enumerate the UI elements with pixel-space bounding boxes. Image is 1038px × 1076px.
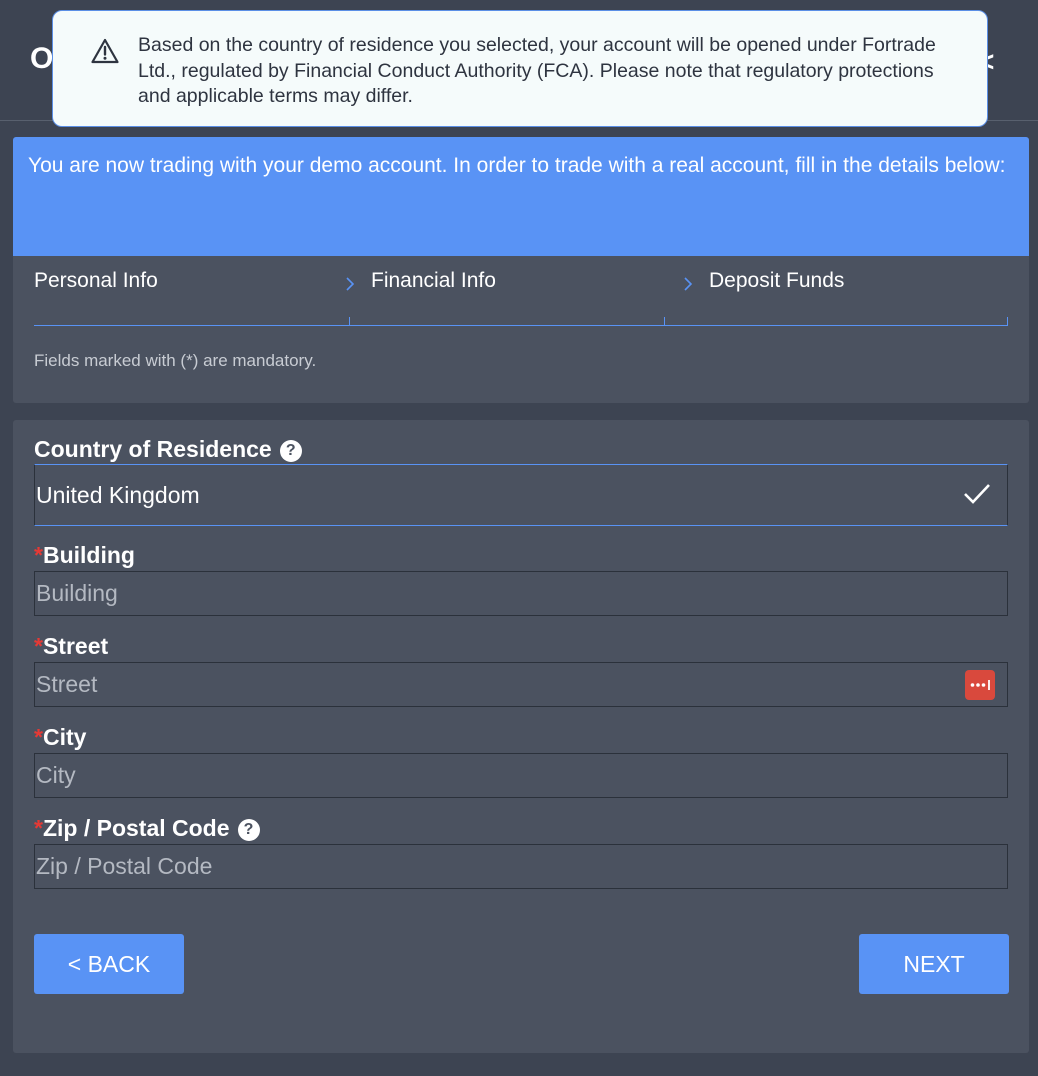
street-label: *Street [34, 633, 108, 660]
steps-divider [664, 317, 665, 326]
check-icon [964, 484, 990, 504]
city-input-box[interactable] [34, 753, 1008, 798]
steps-divider [349, 317, 350, 326]
help-icon[interactable]: ? [279, 440, 302, 462]
banner-text: You are now trading with your demo accou… [28, 154, 1006, 177]
step-personal-info[interactable]: Personal Info [34, 269, 158, 293]
country-label: Country of Residence? [34, 436, 302, 463]
demo-account-banner: You are now trading with your demo accou… [13, 137, 1029, 256]
password-manager-dots-icon[interactable] [965, 670, 995, 700]
zip-label: *Zip / Postal Code? [34, 815, 260, 842]
required-mark: * [34, 815, 43, 841]
building-label-text: Building [42, 542, 135, 568]
street-input-box[interactable] [34, 662, 1008, 707]
mandatory-fields-note: Fields marked with (*) are mandatory. [34, 351, 317, 370]
city-label-text: City [42, 724, 87, 750]
steps-divider [1007, 317, 1008, 326]
step-deposit-funds[interactable]: Deposit Funds [709, 269, 844, 293]
step-financial-info[interactable]: Financial Info [371, 269, 496, 293]
city-field[interactable] [35, 754, 1007, 797]
country-label-text: Country of Residence [34, 436, 272, 462]
country-field[interactable] [35, 465, 1007, 525]
building-input-box[interactable] [34, 571, 1008, 616]
zip-field[interactable] [35, 845, 1007, 888]
next-button[interactable]: NEXT [859, 934, 1009, 994]
zip-input-box[interactable] [34, 844, 1008, 889]
building-label: *Building [34, 542, 135, 569]
required-mark: * [34, 633, 43, 659]
header-title-fragment: O [30, 42, 54, 75]
required-mark: * [34, 542, 43, 568]
building-field[interactable] [35, 572, 1007, 615]
zip-label-text: Zip / Postal Code [42, 815, 230, 841]
account-intro-card: You are now trading with your demo accou… [13, 137, 1029, 403]
chevron-right-icon [346, 277, 355, 291]
required-mark: * [34, 724, 43, 750]
country-select[interactable] [34, 464, 1008, 526]
street-label-text: Street [42, 633, 109, 659]
steps-progress-line [34, 325, 1008, 326]
warning-triangle-icon [91, 38, 119, 64]
jurisdiction-notice: Based on the country of residence you se… [52, 10, 988, 127]
back-button[interactable]: < BACK [34, 934, 184, 994]
address-form: Country of Residence? *Building *Street … [13, 420, 1029, 1053]
notice-text: Based on the country of residence you se… [138, 34, 936, 107]
help-icon[interactable]: ? [237, 819, 260, 841]
street-field[interactable] [35, 663, 1007, 706]
chevron-right-icon [684, 277, 693, 291]
city-label: *City [34, 724, 86, 751]
